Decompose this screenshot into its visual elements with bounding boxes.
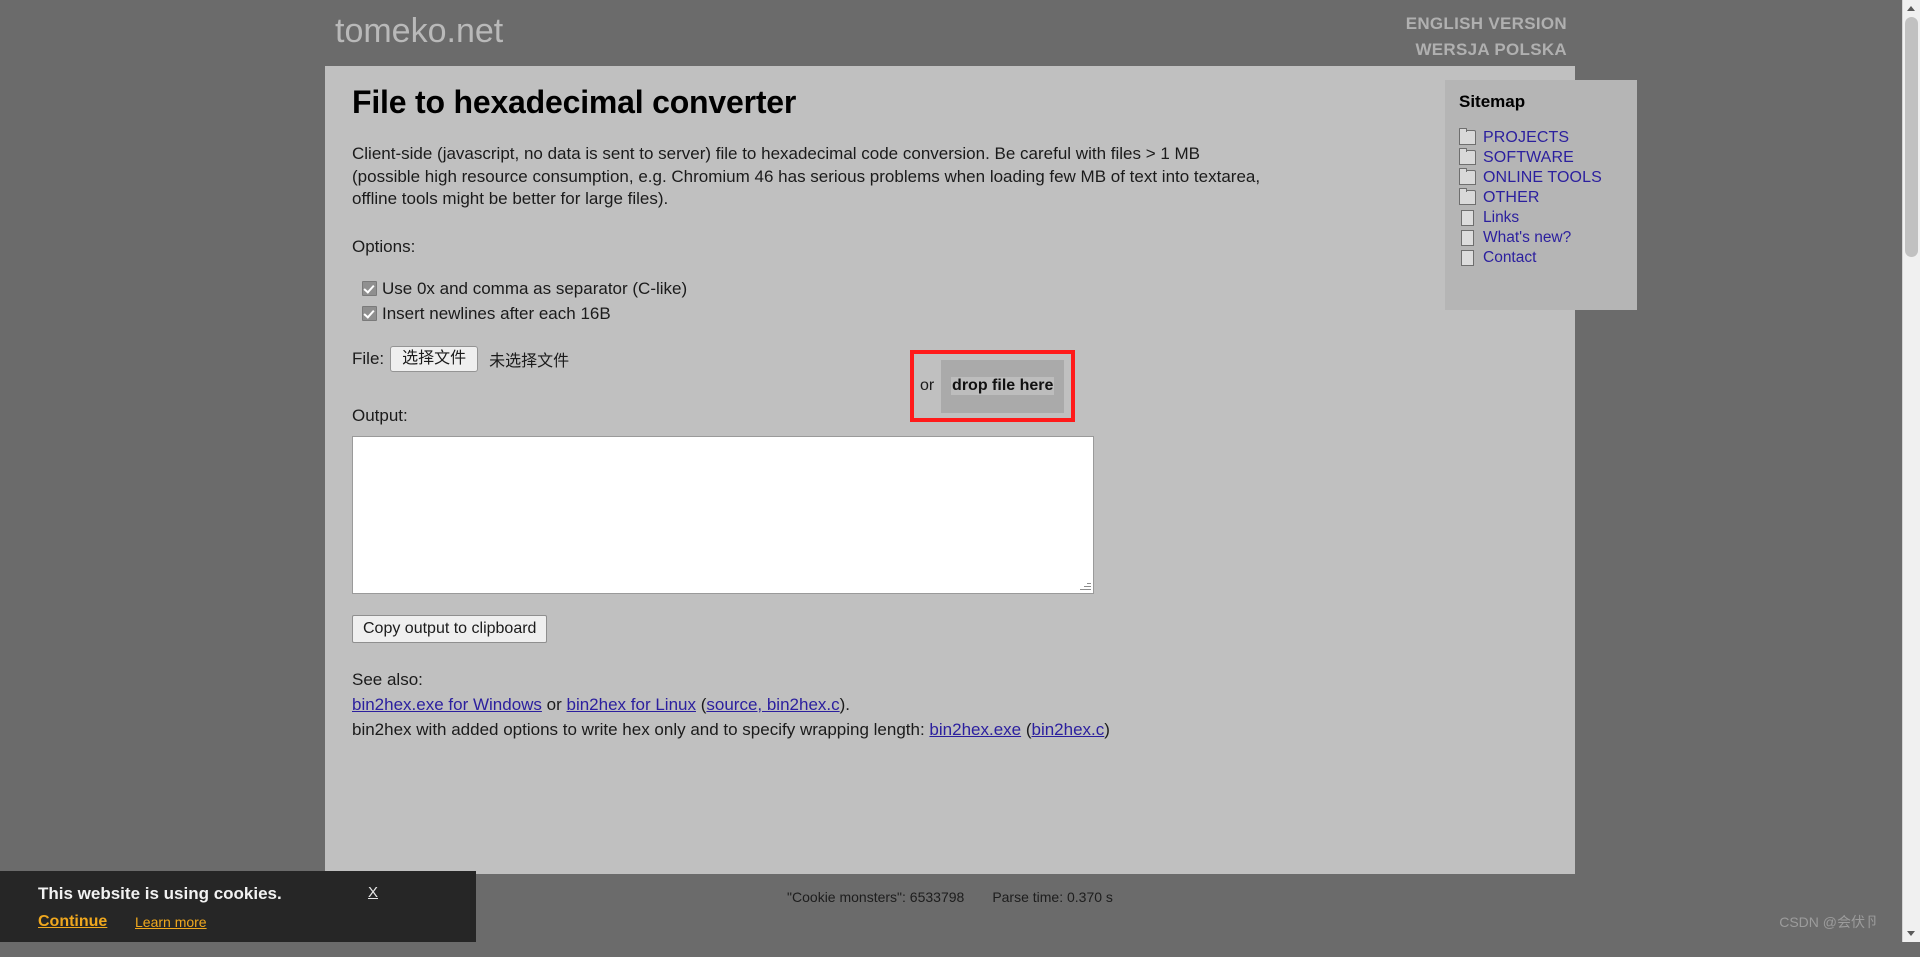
sidebar-link-software[interactable]: SOFTWARE [1483, 149, 1574, 167]
scroll-down-arrow-icon[interactable] [1903, 925, 1920, 942]
cookie-learn-more-link[interactable]: Learn more [135, 914, 207, 930]
sidebar-item-other[interactable]: OTHER [1459, 188, 1637, 207]
cookie-continue-button[interactable]: Continue [38, 913, 107, 931]
choose-file-button[interactable]: 选择文件 [390, 345, 479, 372]
sidebar-link-other[interactable]: OTHER [1483, 189, 1540, 207]
watermark-text: CSDN @会伏卪 [1779, 914, 1879, 930]
sidebar-link-online-tools[interactable]: ONLINE TOOLS [1483, 169, 1602, 187]
drop-file-label: drop file here [951, 377, 1055, 395]
language-switcher: ENGLISH VERSION WERSJA POLSKA [1406, 11, 1567, 63]
see-also-line2-text: bin2hex with added options to write hex … [352, 719, 930, 739]
page-icon [1461, 229, 1474, 246]
vertical-scrollbar[interactable] [1902, 0, 1920, 942]
see-also-sep-or: or [541, 694, 567, 714]
scrollbar-thumb[interactable] [1905, 17, 1918, 257]
page-icon [1461, 209, 1474, 226]
sidebar-item-software[interactable]: SOFTWARE [1459, 148, 1637, 167]
options-label: Options: [352, 236, 416, 256]
cookie-banner: This website is using cookies. X Continu… [0, 871, 476, 942]
checkbox-insert-newlines[interactable] [362, 306, 377, 321]
see-also-line2-paren-close: ) [1104, 719, 1110, 739]
drop-file-zone[interactable]: drop file here [941, 359, 1065, 413]
resize-grip-icon[interactable] [1080, 580, 1091, 591]
page-icon [1461, 249, 1474, 266]
folder-icon [1459, 148, 1476, 165]
main-column: File to hexadecimal converter Client-sid… [352, 84, 1292, 742]
page-title: File to hexadecimal converter [352, 84, 797, 120]
see-also-line2-paren-open: ( [1021, 719, 1032, 739]
content-panel: File to hexadecimal converter Client-sid… [325, 66, 1637, 874]
output-textarea[interactable] [352, 435, 1094, 594]
intro-paragraph: Client-side (javascript, no data is sent… [352, 144, 1261, 208]
folder-icon [1459, 128, 1476, 145]
sitemap-sidebar: Sitemap PROJECTS SOFTWARE ONLINE TOOLS O… [1445, 80, 1637, 310]
parse-time-stat: Parse time: 0.370 s [992, 889, 1113, 905]
output-label: Output: [352, 405, 408, 425]
sidebar-link-projects[interactable]: PROJECTS [1483, 129, 1569, 147]
scroll-up-arrow-icon[interactable] [1903, 0, 1920, 17]
lang-link-polish[interactable]: WERSJA POLSKA [1406, 37, 1567, 63]
see-also-paren-close: ). [839, 694, 851, 714]
link-bin2hex-c[interactable]: bin2hex.c [1032, 720, 1105, 739]
site-logo[interactable]: tomeko.net [335, 12, 503, 51]
copy-output-button[interactable]: Copy output to clipboard [352, 614, 548, 643]
sidebar-item-links[interactable]: Links [1459, 208, 1637, 227]
file-input-row: File: 选择文件 未选择文件 [352, 345, 1292, 372]
link-bin2hex-linux[interactable]: bin2hex for Linux [567, 695, 696, 714]
link-bin2hex-exe[interactable]: bin2hex.exe [929, 720, 1021, 739]
see-also-line-2: bin2hex with added options to write hex … [352, 717, 1292, 742]
option-label-use-0x-comma: Use 0x and comma as separator (C-like) [382, 278, 688, 298]
drop-or-label: or [920, 377, 935, 394]
see-also-line-1: bin2hex.exe for Windows or bin2hex for L… [352, 692, 1292, 717]
sitemap-title: Sitemap [1459, 92, 1526, 111]
option-row-c-like[interactable]: Use 0x and comma as separator (C-like) [362, 279, 1292, 299]
sidebar-item-whats-new[interactable]: What's new? [1459, 228, 1637, 247]
option-label-insert-newlines: Insert newlines after each 16B [382, 303, 611, 323]
folder-icon [1459, 168, 1476, 185]
page-footer: "Cookie monsters": 6533798 Parse time: 0… [325, 874, 1575, 957]
sidebar-item-projects[interactable]: PROJECTS [1459, 128, 1637, 147]
link-source-bin2hex-c[interactable]: source, bin2hex.c [706, 695, 839, 714]
sidebar-link-whats-new[interactable]: What's new? [1483, 229, 1571, 247]
option-row-newlines[interactable]: Insert newlines after each 16B [362, 304, 1292, 324]
link-bin2hex-exe-windows[interactable]: bin2hex.exe for Windows [352, 695, 542, 714]
see-also-section: See also: bin2hex.exe for Windows or bin… [352, 667, 1292, 742]
folder-icon [1459, 188, 1476, 205]
cookie-banner-close-button[interactable]: X [368, 884, 378, 901]
sidebar-item-online-tools[interactable]: ONLINE TOOLS [1459, 168, 1637, 187]
cookie-monsters-stat: "Cookie monsters": 6533798 [787, 889, 965, 905]
checkbox-use-0x-comma[interactable] [362, 281, 377, 296]
site-header: tomeko.net ENGLISH VERSION WERSJA POLSKA [325, 0, 1575, 66]
sidebar-link-contact[interactable]: Contact [1483, 249, 1536, 267]
sidebar-link-links[interactable]: Links [1483, 209, 1519, 227]
sidebar-item-contact[interactable]: Contact [1459, 248, 1637, 267]
see-also-heading: See also: [352, 669, 423, 689]
page-root: tomeko.net ENGLISH VERSION WERSJA POLSKA… [0, 0, 1903, 957]
file-status-text: 未选择文件 [489, 352, 570, 370]
drop-file-highlight-box: or drop file here [910, 350, 1075, 422]
file-label: File: [352, 348, 385, 368]
see-also-paren-open: ( [695, 694, 707, 714]
lang-link-english[interactable]: ENGLISH VERSION [1406, 11, 1567, 37]
cookie-banner-title: This website is using cookies. [38, 884, 282, 903]
